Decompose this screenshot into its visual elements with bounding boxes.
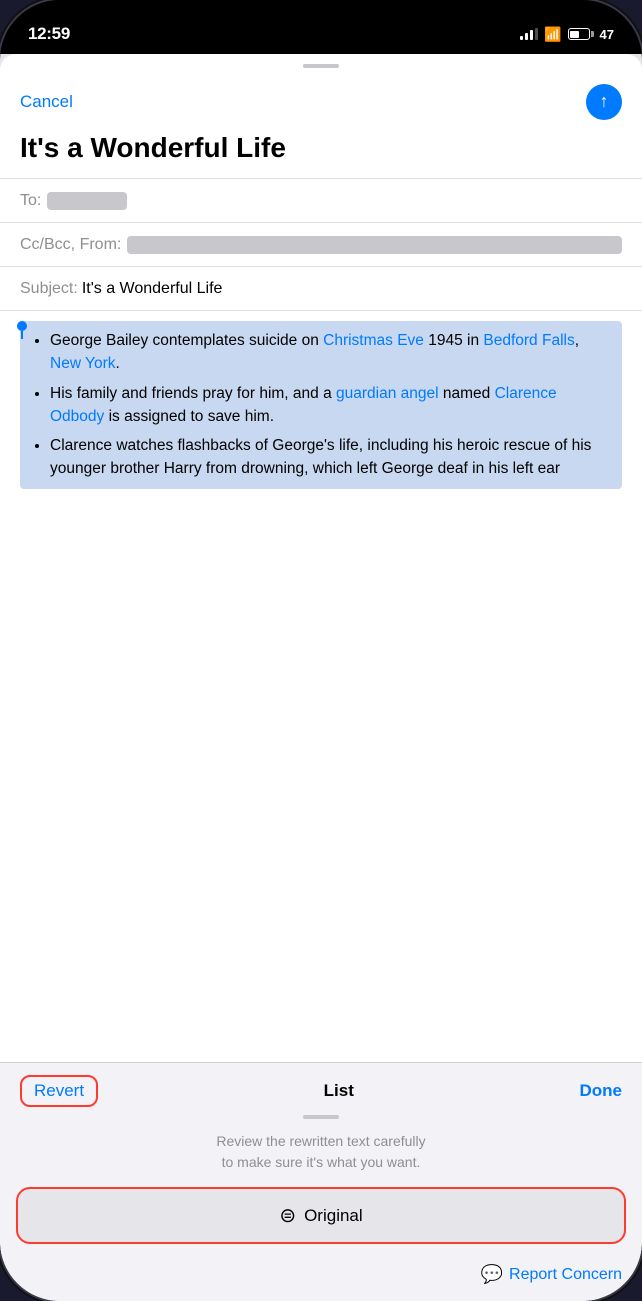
signal-bar-1	[520, 36, 523, 40]
email-title: It's a Wonderful Life	[0, 132, 642, 178]
bullet2-link-angel: guardian angel	[336, 385, 439, 402]
wifi-icon: 📶	[544, 26, 561, 43]
scroll-indicator	[303, 1115, 339, 1119]
revert-button[interactable]: Revert	[20, 1075, 98, 1107]
bullet1-text-mid: 1945 in	[424, 332, 483, 349]
email-body[interactable]: George Bailey contemplates suicide on Ch…	[0, 310, 642, 1062]
compose-header: Cancel ↑	[0, 76, 642, 132]
battery-fill	[570, 31, 579, 38]
bullet1-period: .	[115, 355, 119, 372]
bullet-list: George Bailey contemplates suicide on Ch…	[32, 329, 610, 481]
original-label: Original	[304, 1206, 363, 1226]
handle-dot	[17, 321, 27, 331]
send-arrow-icon: ↑	[600, 92, 609, 110]
subject-value: It's a Wonderful Life	[82, 280, 223, 298]
report-concern-button[interactable]: Report Concern	[509, 1266, 622, 1284]
send-button[interactable]: ↑	[586, 84, 622, 120]
report-row: 💬 Report Concern	[0, 1256, 642, 1301]
signal-bar-2	[525, 33, 528, 40]
status-time: 12:59	[28, 24, 70, 44]
phone-screen: 12:59 📶	[0, 0, 642, 1301]
bullet1-link-christmas: Christmas Eve	[323, 332, 424, 349]
battery-percentage: 47	[600, 27, 614, 42]
done-button[interactable]: Done	[580, 1081, 623, 1101]
to-value-blurred	[47, 192, 127, 210]
bullet1-link-newyork: New York	[50, 355, 115, 372]
report-concern-icon: 💬	[481, 1264, 503, 1285]
subject-field[interactable]: Subject: It's a Wonderful Life	[0, 266, 642, 310]
battery-tip	[591, 31, 594, 37]
bullet-item-3: Clarence watches flashbacks of George's …	[50, 434, 610, 481]
original-button[interactable]: ⊜ Original	[16, 1187, 626, 1244]
original-icon: ⊜	[279, 1203, 296, 1228]
bullet-item-1: George Bailey contemplates suicide on Ch…	[50, 329, 610, 376]
signal-bar-4	[535, 28, 538, 40]
selected-text-block: George Bailey contemplates suicide on Ch…	[20, 321, 622, 489]
battery-icon	[568, 28, 594, 40]
signal-bars-icon	[520, 28, 538, 40]
rewrite-toolbar: Revert List Done	[0, 1063, 642, 1115]
review-text: Review the rewritten text carefully to m…	[0, 1127, 642, 1187]
cc-value-blurred	[127, 236, 622, 254]
bullet2-text-mid: named	[439, 385, 495, 402]
bullet1-comma: ,	[575, 332, 579, 349]
to-label: To:	[20, 192, 41, 210]
review-line2: to make sure it's what you want.	[222, 1154, 421, 1170]
cc-label: Cc/Bcc, From:	[20, 236, 121, 254]
sheet-backdrop: Cancel ↑ It's a Wonderful Life To: Cc/Bc…	[0, 54, 642, 1301]
bullet1-link-bedford: Bedford Falls	[483, 332, 574, 349]
status-icons: 📶 47	[520, 26, 614, 43]
signal-bar-3	[530, 30, 533, 40]
dynamic-island	[261, 10, 381, 44]
cancel-button[interactable]: Cancel	[20, 92, 73, 112]
bullet3-text: Clarence watches flashbacks of George's …	[50, 437, 591, 477]
bottom-panel: Revert List Done Review the rewritten te…	[0, 1062, 642, 1301]
battery-body	[568, 28, 590, 40]
subject-label: Subject:	[20, 280, 78, 298]
bullet1-text-pre: George Bailey contemplates suicide on	[50, 332, 323, 349]
selection-handle-start	[16, 321, 28, 339]
to-field[interactable]: To:	[0, 178, 642, 222]
cc-field[interactable]: Cc/Bcc, From:	[0, 222, 642, 266]
status-bar: 12:59 📶	[0, 0, 642, 54]
phone-frame: 12:59 📶	[0, 0, 642, 1301]
review-line1: Review the rewritten text carefully	[216, 1133, 425, 1149]
bullet2-text-pre: His family and friends pray for him, and…	[50, 385, 336, 402]
list-label: List	[324, 1081, 354, 1101]
bullet2-text-post: is assigned to save him.	[104, 408, 274, 425]
handle-line	[21, 331, 23, 339]
bullet-item-2: His family and friends pray for him, and…	[50, 382, 610, 429]
sheet-handle	[303, 64, 339, 68]
email-compose: Cancel ↑ It's a Wonderful Life To: Cc/Bc…	[0, 54, 642, 1301]
